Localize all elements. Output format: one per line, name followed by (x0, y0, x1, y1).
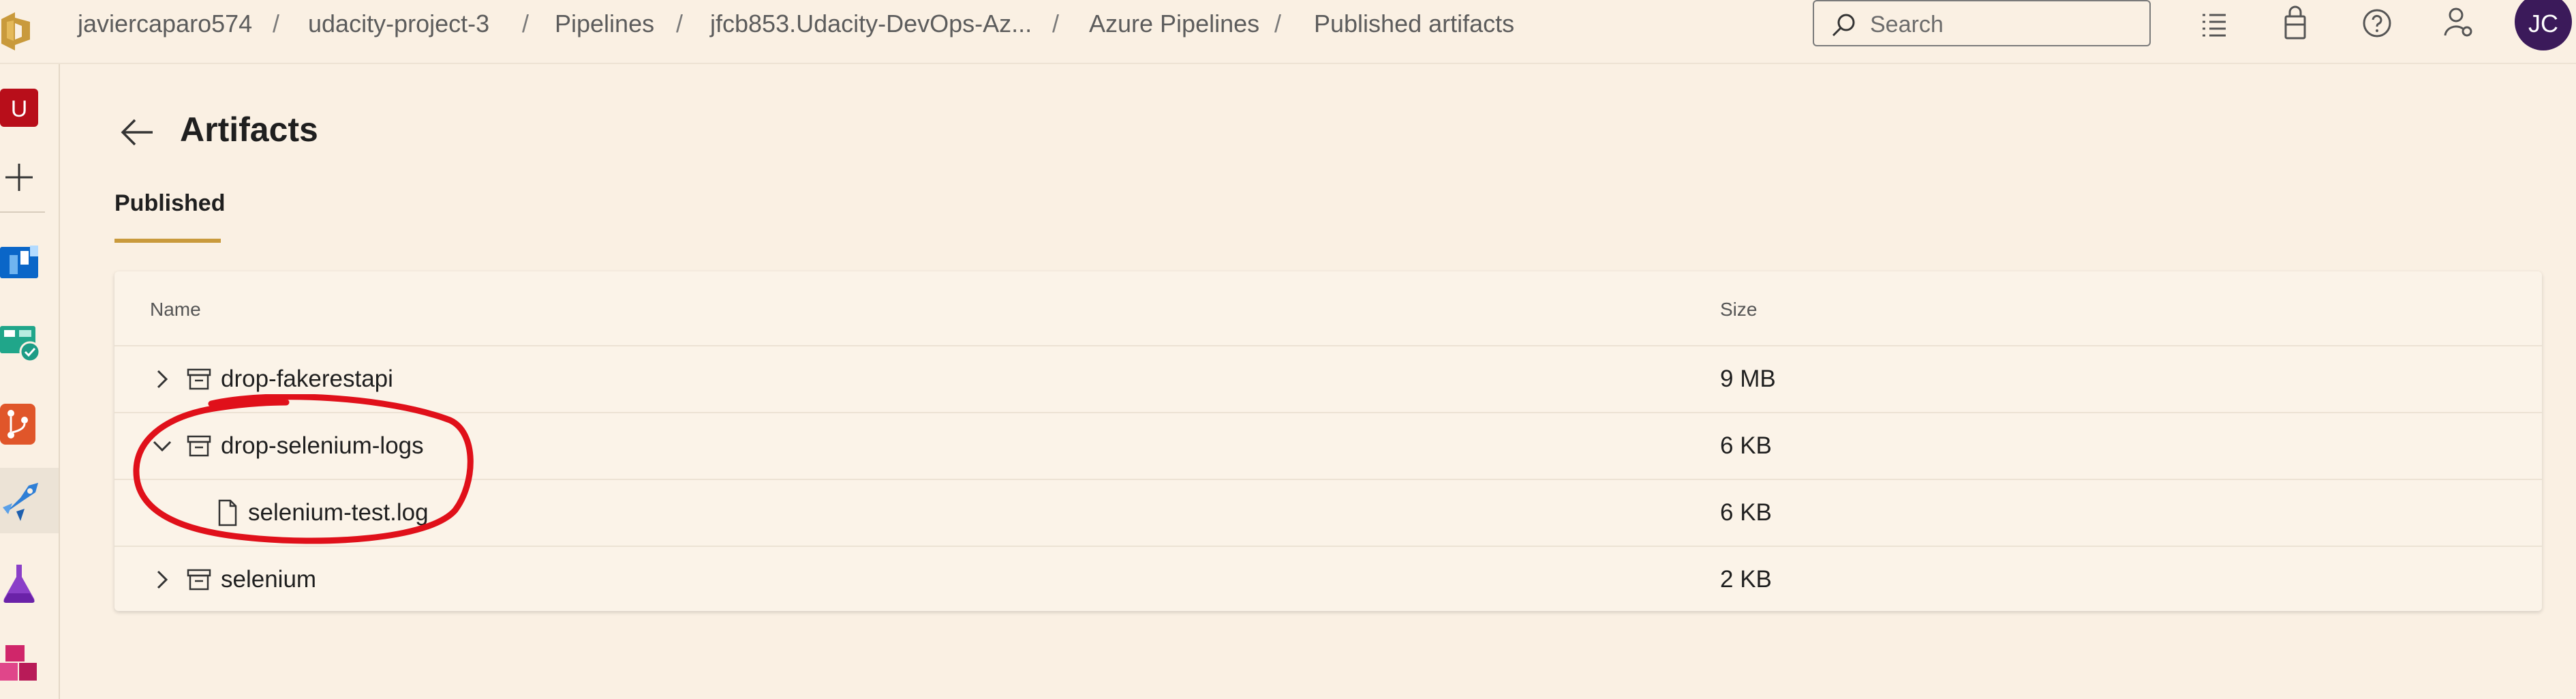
file-name[interactable]: selenium-test.log (248, 498, 429, 528)
artifacts-icon[interactable] (0, 631, 59, 697)
table-row[interactable]: selenium-test.log 6 KB (114, 479, 2542, 546)
help-icon[interactable] (2361, 5, 2393, 41)
table-row[interactable]: drop-fakerestapi 9 MB (114, 345, 2542, 412)
chevron-right-icon[interactable] (150, 366, 174, 393)
search-box[interactable] (1813, 0, 2151, 46)
breadcrumb-separator: / (273, 10, 280, 38)
breadcrumb-separator: / (522, 10, 530, 38)
tab-published[interactable]: Published (114, 188, 225, 218)
avatar[interactable]: JC (2515, 0, 2572, 50)
boards-icon[interactable] (0, 228, 59, 293)
search-input[interactable] (1869, 10, 2130, 40)
rail-divider (0, 211, 45, 213)
artifact-name[interactable]: selenium (221, 565, 316, 595)
breadcrumb-pipelines[interactable]: Pipelines (555, 10, 654, 38)
table-row[interactable]: selenium 2 KB (114, 546, 2542, 612)
chevron-down-icon[interactable] (150, 432, 174, 460)
breadcrumb-separator: / (1274, 10, 1282, 38)
file-icon (214, 499, 241, 526)
artifact-size: 6 KB (1720, 432, 1772, 459)
artifact-size: 9 MB (1720, 366, 1776, 392)
artifact-archive-icon (185, 432, 213, 460)
project-initial: U (10, 96, 28, 122)
chevron-right-icon[interactable] (150, 566, 174, 593)
artifact-name[interactable]: drop-fakerestapi (221, 364, 393, 394)
repos-icon[interactable] (0, 391, 59, 457)
breadcrumb-azure-pipelines[interactable]: Azure Pipelines (1089, 10, 1259, 38)
pipelines-icon[interactable] (0, 468, 59, 533)
artifact-archive-icon (185, 566, 213, 593)
add-icon[interactable] (0, 146, 59, 211)
breadcrumb-project[interactable]: udacity-project-3 (308, 10, 489, 38)
test-plans-check-icon[interactable] (0, 310, 59, 375)
breadcrumb-separator: / (1052, 10, 1060, 38)
artifacts-table: Name Size drop-fakerestapi 9 MB drop-sel… (114, 271, 2542, 611)
breadcrumb-organization[interactable]: javiercaparo574 (78, 10, 252, 38)
artifact-archive-icon (185, 366, 213, 393)
artifact-size: 2 KB (1720, 566, 1772, 593)
user-settings-icon[interactable] (2442, 5, 2475, 41)
project-icon[interactable]: U (0, 76, 59, 142)
test-flask-icon[interactable] (0, 550, 59, 615)
table-row[interactable]: drop-selenium-logs 6 KB (114, 412, 2542, 479)
task-list-icon[interactable] (2197, 5, 2230, 41)
column-header-name[interactable]: Name (150, 296, 201, 323)
breadcrumb-published-artifacts[interactable]: Published artifacts (1314, 10, 1514, 38)
breadcrumb-pipeline-name[interactable]: jfcb853.Udacity-DevOps-Az... (710, 10, 1032, 38)
artifact-name[interactable]: drop-selenium-logs (221, 431, 424, 461)
column-header-size[interactable]: Size (1720, 296, 1757, 323)
left-navigation-rail: U (0, 64, 60, 699)
azure-devops-logo-icon[interactable] (0, 5, 44, 55)
search-icon (1832, 14, 1855, 37)
top-bar: javiercaparo574 / udacity-project-3 / Pi… (0, 0, 2576, 64)
page-title: Artifacts (180, 110, 318, 149)
file-size: 6 KB (1720, 499, 1772, 526)
breadcrumb-separator: / (676, 10, 684, 38)
tab-selected-indicator (114, 239, 221, 243)
marketplace-bag-icon[interactable] (2279, 5, 2312, 41)
back-arrow-icon[interactable] (117, 115, 158, 149)
